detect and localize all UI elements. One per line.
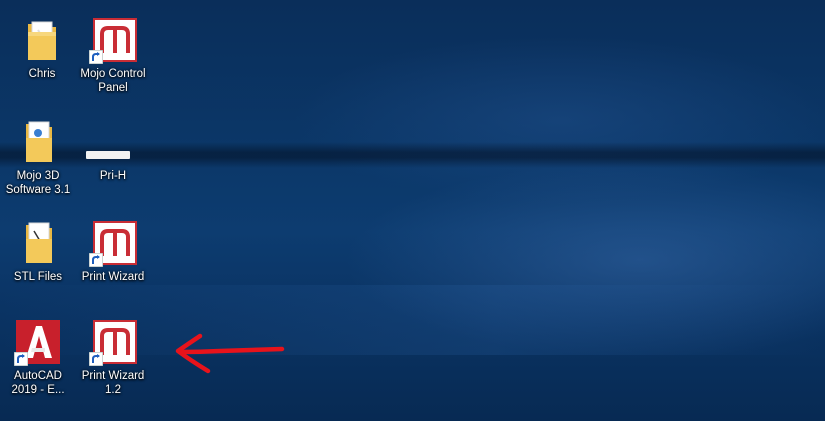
- desktop-icon-label: Print Wizard: [81, 271, 145, 283]
- shortcut-arrow-icon: [89, 352, 103, 366]
- desktop-icon-label: Mojo Control Panel: [80, 68, 146, 94]
- desktop-icon-autocad-2019[interactable]: AutoCAD 2019 - E...: [0, 318, 76, 414]
- desktop-icon-label: Print Wizard 1.2: [81, 370, 145, 396]
- desktop-icon-label: Pri-H: [99, 170, 127, 182]
- desktop-icon-pri-h[interactable]: Pri-H: [75, 118, 151, 214]
- folder-icon: [14, 219, 62, 267]
- folder-pdf-icon: pdf: [14, 118, 62, 166]
- desktop-icon-label: Mojo 3D Software 3.1: [5, 170, 71, 196]
- desktop-icon-stl-files[interactable]: STL Files: [0, 219, 76, 315]
- desktop-icon-label: AutoCAD 2019 - E...: [11, 370, 65, 396]
- desktop-icon-mojo-3d-software[interactable]: pdf Mojo 3D Software 3.1: [0, 118, 76, 214]
- red-annotation-arrow-icon: [175, 333, 285, 374]
- mojo-logo-icon: [89, 16, 137, 64]
- desktop-icon-label: Chris: [28, 68, 56, 80]
- desktop-icon-chris[interactable]: Chris: [4, 16, 80, 112]
- mojo-logo-icon: [89, 219, 137, 267]
- desktop-icon-mojo-control-panel[interactable]: Mojo Control Panel: [75, 16, 151, 112]
- autocad-icon: [14, 318, 62, 366]
- desktop-icon-print-wizard[interactable]: Print Wizard: [75, 219, 151, 315]
- redacted-icon: [86, 151, 130, 159]
- shortcut-arrow-icon: [14, 352, 28, 366]
- mojo-logo-icon: [89, 318, 137, 366]
- shortcut-arrow-icon: [89, 50, 103, 64]
- folder-icon: [18, 16, 66, 64]
- shortcut-arrow-icon: [89, 253, 103, 267]
- desktop-icon-label: STL Files: [13, 271, 63, 283]
- desktop-icon-print-wizard-1-2[interactable]: Print Wizard 1.2: [75, 318, 151, 414]
